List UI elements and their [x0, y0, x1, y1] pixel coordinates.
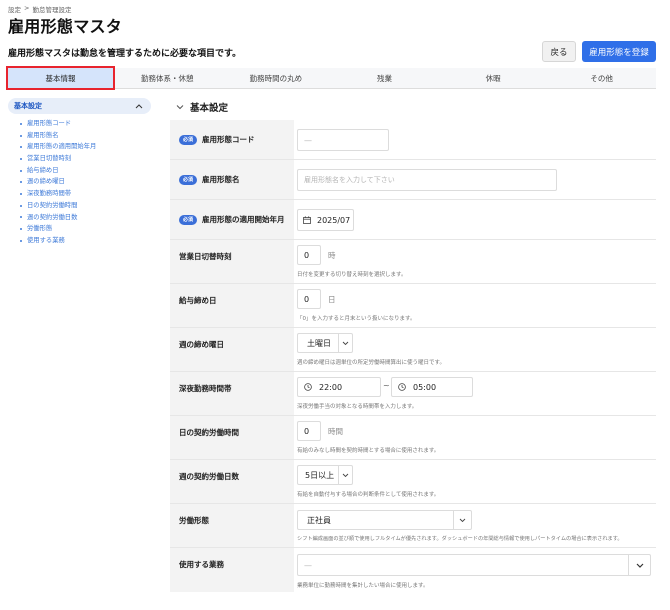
tab-overtime[interactable]: 残業 — [330, 68, 439, 88]
sidebar-item-work-type[interactable]: 労働形態 — [20, 223, 151, 235]
tab-leave[interactable]: 休暇 — [438, 68, 548, 88]
page-description: 雇用形態マスタは勤怠を管理するために必要な項目です。 — [8, 49, 242, 59]
clock-icon — [398, 383, 406, 391]
help-text: シフト編成画面の並び順で使用しフルタイムが優先されます。ダッシュボードの年間総与… — [297, 536, 623, 542]
sidebar-item-name[interactable]: 雇用形態名 — [20, 130, 151, 142]
employment-name-input[interactable]: 雇用形態名を入力して下さい — [297, 169, 557, 191]
required-badge: 必須 — [179, 134, 198, 145]
register-employment-type-button[interactable]: 雇用形態を登録 — [582, 41, 656, 62]
chevron-down-icon — [176, 104, 184, 110]
row-night-hours: 深夜勤務時間帯 22:00 ~ 05:00 深夜労働手当の対象となる時間帯を入力… — [170, 372, 656, 416]
tab-other[interactable]: その他 — [547, 68, 656, 88]
time-range-separator: ~ — [383, 381, 390, 390]
sidebar-item-daily-contract[interactable]: 日の契約労働時間 — [20, 200, 151, 212]
bullet-icon — [20, 146, 22, 149]
help-text: 有給を自動付与する場合の判断条件として使用されます。 — [297, 492, 440, 498]
row-day-switch: 営業日切替時刻 0 時 日付を変更する切り替え時刻を選択します。 — [170, 240, 656, 284]
row-pay-cutoff: 給与締め日 0 日 「0」を入力すると月末という扱いになります。 — [170, 284, 656, 328]
bullet-icon — [20, 122, 22, 125]
sidebar-item-night-hours[interactable]: 深夜勤務時間帯 — [20, 188, 151, 200]
bullet-icon — [20, 204, 22, 207]
sidebar: 基本設定 雇用形態コード 雇用形態名 雇用形態の適用開始年月 営業日切替時刻 給… — [8, 98, 151, 247]
help-text: 有給のみなし時間を契約時間とする場合に使用されます。 — [297, 448, 440, 454]
tab-work-system-break[interactable]: 勤務体系・休憩 — [113, 68, 222, 88]
bullet-icon — [20, 192, 22, 195]
help-text: 業務単位に勤務時間を集計したい場合に使用します。 — [297, 583, 429, 589]
unit-hours: 時間 — [328, 427, 343, 436]
page-title: 雇用形態マスタ — [8, 17, 123, 36]
night-end-time-input[interactable]: 05:00 — [391, 377, 473, 397]
bullet-icon — [20, 134, 22, 137]
row-label: 必須 雇用形態の適用開始年月 — [170, 200, 294, 239]
back-button[interactable]: 戻る — [542, 41, 576, 62]
help-text: 週の締め曜日は週単位の所定労働時間算出に使う曜日です。 — [297, 360, 445, 366]
row-label: 使用する業務 — [170, 548, 294, 592]
business-select[interactable]: — — [297, 554, 651, 576]
row-label: 必須 雇用形態コード — [170, 120, 294, 159]
row-name: 必須 雇用形態名 雇用形態名を入力して下さい — [170, 160, 656, 200]
sidebar-item-start-month[interactable]: 雇用形態の適用開始年月 — [20, 141, 151, 153]
sidebar-item-pay-cutoff[interactable]: 給与締め日 — [20, 165, 151, 177]
row-label: 週の締め曜日 — [170, 328, 294, 371]
sidebar-item-weekly-days[interactable]: 週の契約労働日数 — [20, 212, 151, 224]
weekly-days-select[interactable]: 5日以上 — [297, 465, 353, 485]
help-text: 「0」を入力すると月末という扱いになります。 — [297, 316, 416, 322]
row-label: 労働形態 — [170, 504, 294, 547]
bullet-icon — [20, 169, 22, 172]
help-text: 日付を変更する切り替え時刻を選択します。 — [297, 272, 407, 278]
unit-hour: 時 — [328, 251, 336, 260]
sidebar-list: 雇用形態コード 雇用形態名 雇用形態の適用開始年月 営業日切替時刻 給与締め日 … — [8, 118, 151, 247]
chevron-down-icon — [338, 466, 352, 484]
row-label: 給与締め日 — [170, 284, 294, 327]
daily-contract-input[interactable]: 0 — [297, 421, 321, 441]
sidebar-item-week-cutoff[interactable]: 週の締め曜日 — [20, 176, 151, 188]
calendar-icon — [303, 216, 311, 224]
clock-icon — [304, 383, 312, 391]
row-daily-contract: 日の契約労働時間 0 時間 有給のみなし時間を契約時間とする場合に使用されます。 — [170, 416, 656, 460]
row-weekly-days: 週の契約労働日数 5日以上 有給を自動付与する場合の判断条件として使用されます。 — [170, 460, 656, 504]
unit-day: 日 — [328, 295, 336, 304]
section-header[interactable]: 基本設定 — [176, 100, 228, 114]
row-label: 日の契約労働時間 — [170, 416, 294, 459]
chevron-up-icon — [135, 103, 143, 109]
start-month-picker[interactable]: 2025/07 — [297, 209, 354, 231]
chevron-down-icon — [453, 511, 471, 529]
pay-cutoff-input[interactable]: 0 — [297, 289, 321, 309]
work-type-select[interactable]: 正社員 — [297, 510, 472, 530]
sidebar-section-toggle[interactable]: 基本設定 — [8, 98, 151, 114]
sidebar-item-code[interactable]: 雇用形態コード — [20, 118, 151, 130]
bullet-icon — [20, 239, 22, 242]
bullet-icon — [20, 157, 22, 160]
row-label: 週の契約労働日数 — [170, 460, 294, 503]
row-business: 使用する業務 — 業務単位に勤務時間を集計したい場合に使用します。 — [170, 548, 656, 592]
chevron-down-icon — [338, 334, 352, 352]
row-code: 必須 雇用形態コード — — [170, 120, 656, 160]
row-start-month: 必須 雇用形態の適用開始年月 2025/07 — [170, 200, 656, 240]
bullet-icon — [20, 181, 22, 184]
night-start-time-input[interactable]: 22:00 — [297, 377, 381, 397]
sidebar-section-title: 基本設定 — [14, 102, 42, 110]
sidebar-item-day-switch[interactable]: 営業日切替時刻 — [20, 153, 151, 165]
row-label: 必須 雇用形態名 — [170, 160, 294, 199]
employment-code-input[interactable]: — — [297, 129, 389, 151]
required-badge: 必須 — [179, 174, 198, 185]
tab-basic-info[interactable]: 基本情報 — [6, 66, 115, 90]
bullet-icon — [20, 228, 22, 231]
chevron-down-icon — [628, 555, 650, 575]
tab-bar: 基本情報 勤務体系・休憩 勤務時間の丸め 残業 休暇 その他 — [6, 66, 656, 90]
sidebar-item-business[interactable]: 使用する業務 — [20, 235, 151, 247]
row-label: 深夜勤務時間帯 — [170, 372, 294, 415]
bullet-icon — [20, 216, 22, 219]
tab-rounding[interactable]: 勤務時間の丸め — [221, 68, 331, 88]
row-label: 営業日切替時刻 — [170, 240, 294, 283]
help-text: 深夜労働手当の対象となる時間帯を入力します。 — [297, 404, 418, 410]
row-work-type: 労働形態 正社員 シフト編成画面の並び順で使用しフルタイムが優先されます。ダッシ… — [170, 504, 656, 548]
required-badge: 必須 — [179, 214, 198, 225]
week-cutoff-select[interactable]: 土曜日 — [297, 333, 353, 353]
section-title: 基本設定 — [190, 103, 229, 114]
row-week-cutoff: 週の締め曜日 土曜日 週の締め曜日は週単位の所定労働時間算出に使う曜日です。 — [170, 328, 656, 372]
day-switch-input[interactable]: 0 — [297, 245, 321, 265]
